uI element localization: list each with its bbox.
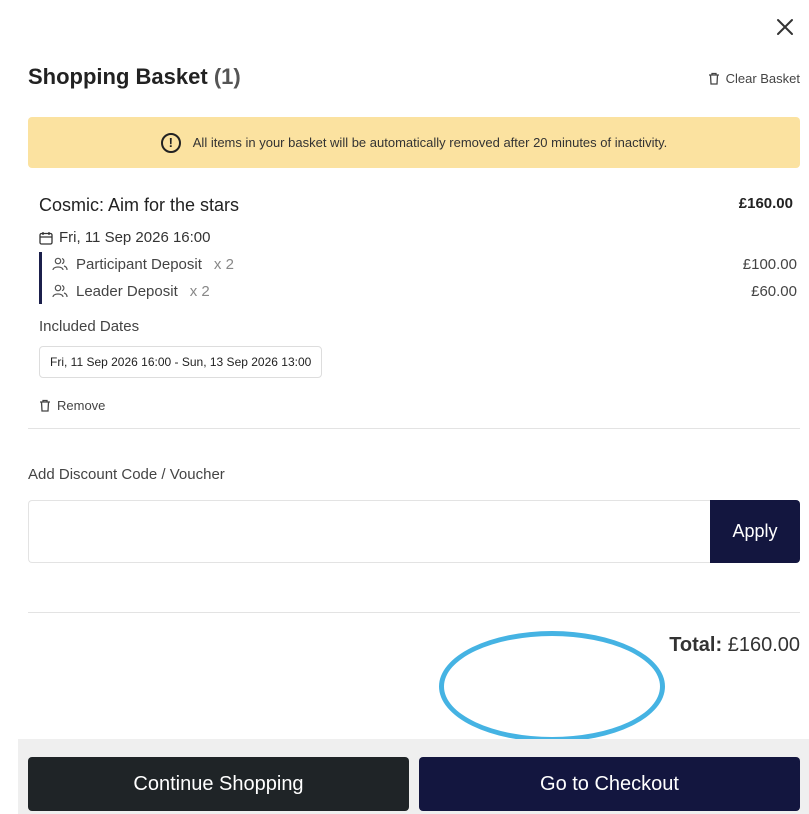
item-name: Cosmic: Aim for the stars — [39, 195, 240, 215]
clear-basket-button[interactable]: Clear Basket — [708, 71, 800, 86]
included-date-chip: Fri, 11 Sep 2026 16:00 - Sun, 13 Sep 202… — [39, 346, 323, 378]
checkout-button[interactable]: Go to Checkout — [419, 757, 800, 811]
inactivity-notice: ! All items in your basket will be autom… — [28, 117, 800, 168]
order-total: Total: £160.00 — [669, 634, 800, 657]
item-date: Fri, 11 Sep 2026 16:00 — [39, 229, 211, 246]
basket-count: (1) — [213, 64, 241, 89]
people-icon — [52, 257, 68, 271]
total-value: £160.00 — [727, 634, 800, 656]
close-button[interactable] — [771, 13, 799, 41]
apply-discount-button[interactable]: Apply — [710, 500, 800, 563]
divider — [28, 612, 800, 613]
ticket-label: Participant Deposit — [76, 255, 202, 273]
ticket-quantity: x 2 — [213, 255, 234, 273]
page-title: Shopping Basket (1) — [28, 64, 241, 90]
ticket-price: £100.00 — [742, 255, 797, 273]
ticket-group-bar — [39, 252, 42, 304]
clear-basket-label: Clear Basket — [725, 71, 800, 86]
notice-text: All items in your basket will be automat… — [192, 135, 668, 150]
ticket-row: Participant Deposit x 2 £100.00 — [52, 253, 797, 275]
ticket-label: Leader Deposit — [76, 282, 178, 300]
calendar-icon — [39, 231, 53, 245]
remove-item-button[interactable]: Remove — [39, 398, 105, 413]
remove-label: Remove — [57, 398, 106, 413]
people-icon — [52, 284, 68, 298]
trash-icon — [40, 399, 50, 412]
total-label: Total: — [669, 634, 723, 656]
ticket-price: £60.00 — [751, 282, 797, 300]
trash-icon — [708, 72, 719, 85]
title-text: Shopping Basket — [28, 64, 208, 89]
close-icon — [777, 19, 793, 35]
divider — [28, 428, 800, 429]
exclamation-circle-icon: ! — [160, 132, 181, 153]
item-date-text: Fri, 11 Sep 2026 16:00 — [59, 229, 211, 246]
ticket-row: Leader Deposit x 2 £60.00 — [52, 280, 797, 302]
included-dates-label: Included Dates — [39, 318, 140, 335]
ticket-quantity: x 2 — [189, 282, 210, 300]
discount-label: Add Discount Code / Voucher — [28, 466, 225, 483]
annotation-ellipse — [439, 631, 665, 742]
continue-shopping-button[interactable]: Continue Shopping — [28, 757, 409, 811]
item-price: £160.00 — [738, 195, 793, 212]
discount-code-input[interactable] — [28, 500, 710, 563]
